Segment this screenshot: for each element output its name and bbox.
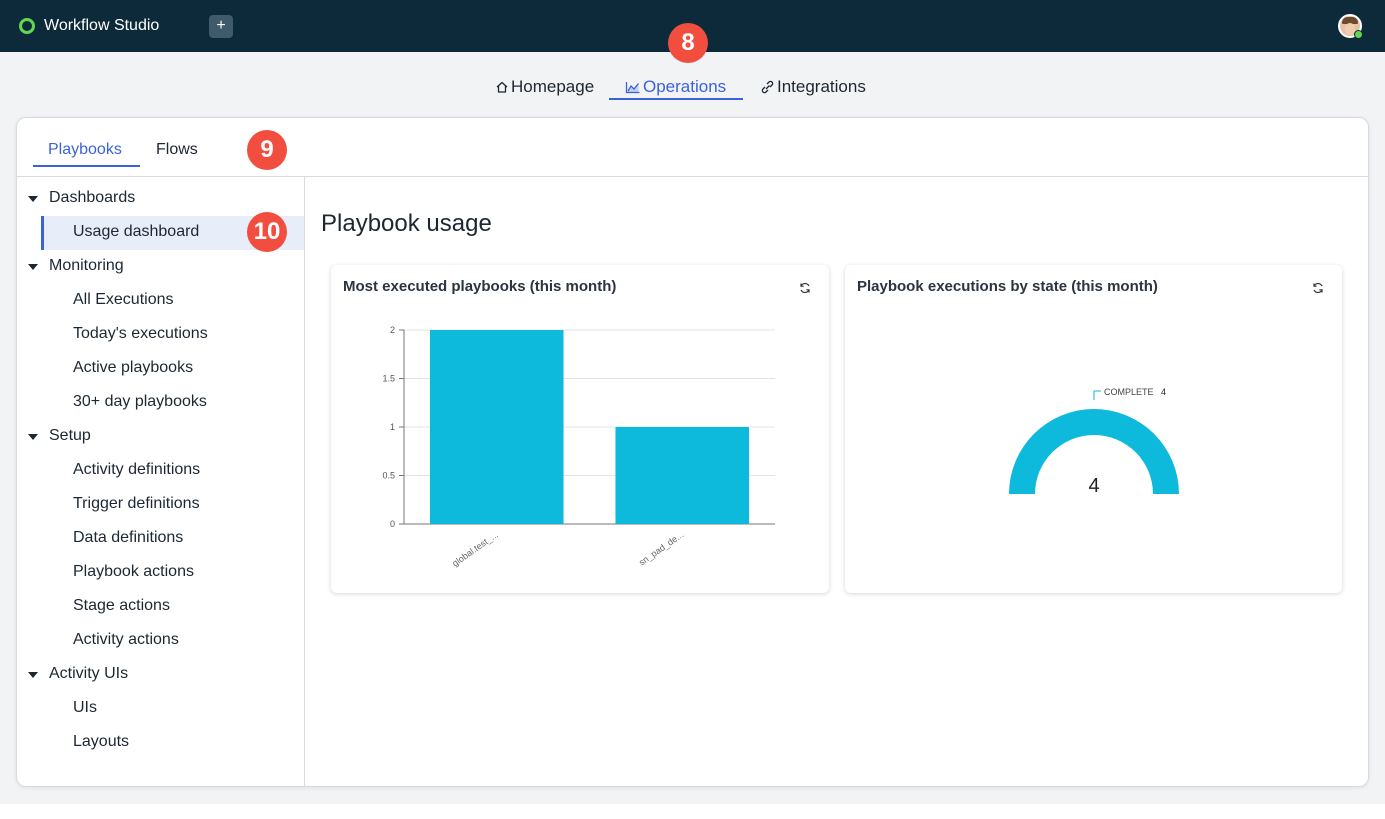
online-status-icon [1354, 30, 1363, 39]
sidebar-item-data-definitions[interactable]: Data definitions [73, 529, 183, 547]
sidebar-item-trigger-definitions[interactable]: Trigger definitions [73, 495, 200, 513]
x-category-label: sn_pad_de... [637, 529, 685, 567]
caret-down-icon[interactable] [28, 434, 38, 440]
y-tick-label: 1.5 [382, 374, 395, 384]
subtab-playbooks[interactable]: Playbooks [48, 141, 122, 159]
sidebar-item-layouts[interactable]: Layouts [73, 733, 129, 751]
logo-icon [19, 18, 35, 34]
y-tick-label: 0.5 [382, 471, 395, 481]
active-tab-indicator [609, 98, 743, 100]
sidebar-item-usage-dashboard[interactable]: Usage dashboard [73, 223, 199, 241]
sidebar-item-active-playbooks[interactable]: Active playbooks [73, 359, 193, 377]
bar[interactable] [615, 427, 750, 524]
caret-down-icon[interactable] [28, 196, 38, 202]
gauge-chart: COMPLETE 4 4 [1009, 387, 1179, 497]
tab-operations[interactable]: Operations [625, 73, 726, 101]
sidebar-item-30-day-playbooks[interactable]: 30+ day playbooks [73, 393, 207, 411]
page-title: Playbook usage [321, 210, 492, 237]
sidebar-divider [304, 177, 305, 786]
slice-value: 4 [1161, 387, 1166, 397]
caret-down-icon[interactable] [28, 672, 38, 678]
sidebar-group-monitoring[interactable]: Monitoring [49, 257, 124, 275]
tab-integrations-label: Integrations [777, 77, 866, 96]
bar[interactable] [429, 330, 564, 524]
refresh-icon[interactable] [798, 281, 812, 295]
sidebar-group-dashboards[interactable]: Dashboards [49, 189, 135, 207]
gauge-center-value: 4 [1088, 475, 1099, 497]
card-title: Playbook executions by state (this month… [857, 278, 1158, 295]
divider [17, 176, 1368, 177]
sidebar-item-activity-definitions[interactable]: Activity definitions [73, 461, 200, 479]
sidebar-item-uis[interactable]: UIs [73, 699, 97, 717]
y-tick-label: 1 [390, 422, 395, 432]
bar-chart: 0 0.5 1 1.5 2 global.test_... sn_pad_de... [382, 325, 775, 568]
refresh-icon[interactable] [1311, 281, 1325, 295]
tab-homepage[interactable]: Homepage [495, 73, 594, 101]
tab-operations-label: Operations [643, 77, 727, 96]
sidebar-item-all-executions[interactable]: All Executions [73, 291, 174, 309]
callout-line [1093, 390, 1101, 400]
card-title: Most executed playbooks (this month) [343, 278, 617, 295]
y-tick-label: 0 [390, 519, 395, 529]
subtab-flows[interactable]: Flows [156, 141, 198, 159]
tab-integrations[interactable]: Integrations [760, 73, 866, 101]
selected-item-indicator [41, 216, 44, 250]
sidebar-group-activity-uis[interactable]: Activity UIs [49, 665, 128, 683]
y-tick-label: 2 [390, 325, 395, 335]
caret-down-icon[interactable] [28, 264, 38, 270]
tab-homepage-label: Homepage [511, 77, 595, 96]
step-badge-8: 8 [668, 23, 708, 63]
step-badge-9: 9 [247, 130, 287, 170]
home-icon [496, 81, 508, 93]
x-category-label: global.test_... [450, 529, 500, 568]
chart-icon [625, 82, 640, 94]
add-button[interactable]: + [209, 15, 233, 38]
sidebar-group-setup[interactable]: Setup [49, 427, 91, 445]
link-icon [761, 80, 774, 94]
slice-label: COMPLETE [1104, 387, 1154, 397]
sidebar-item-todays-executions[interactable]: Today's executions [73, 325, 208, 343]
sidebar-item-activity-actions[interactable]: Activity actions [73, 631, 179, 649]
sidebar-item-playbook-actions[interactable]: Playbook actions [73, 563, 194, 581]
sidebar-item-stage-actions[interactable]: Stage actions [73, 597, 170, 615]
app-title: Workflow Studio [44, 17, 160, 34]
subtab-indicator [33, 165, 140, 167]
step-badge-10: 10 [247, 212, 287, 252]
